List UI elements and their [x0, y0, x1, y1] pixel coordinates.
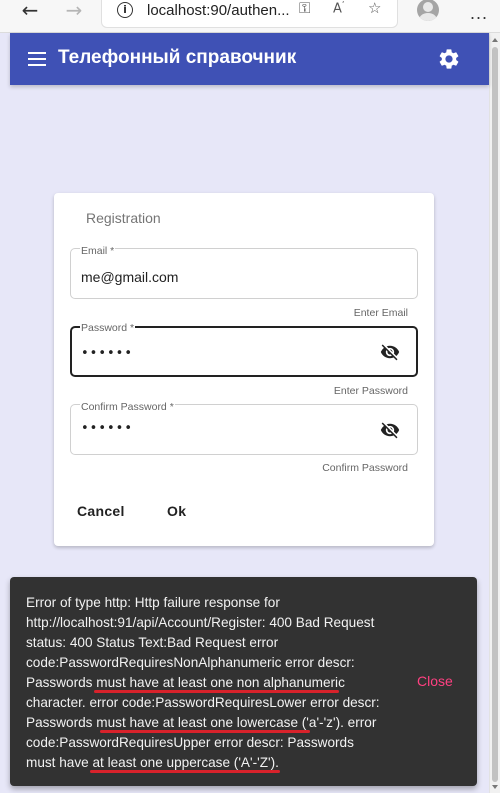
email-input[interactable]: [81, 269, 371, 285]
scroll-thumb[interactable]: [492, 47, 498, 782]
more-options-icon[interactable]: ...: [470, 3, 488, 24]
hamburger-menu-icon[interactable]: [28, 52, 46, 66]
password-hint: Enter Password: [333, 385, 408, 397]
key-icon[interactable]: ⚿: [299, 0, 310, 17]
profile-avatar[interactable]: [417, 0, 439, 21]
ok-button[interactable]: Ok: [167, 503, 186, 519]
forward-arrow-icon[interactable]: →: [60, 0, 88, 22]
close-button[interactable]: Close: [417, 673, 453, 689]
error-line: Error of type http: Http failure respons…: [26, 595, 280, 610]
error-line: http://localhost:91/api/Account/Register…: [26, 615, 375, 630]
app-toolbar: Телефонный справочник: [10, 33, 489, 85]
back-arrow-icon[interactable]: ←: [16, 0, 44, 22]
password-input[interactable]: ••••••: [81, 346, 371, 361]
app-title: Телефонный справочник: [58, 47, 297, 68]
info-icon[interactable]: i: [117, 2, 133, 18]
error-message: Error of type http: Http failure respons…: [26, 593, 396, 773]
eye-off-icon[interactable]: [379, 420, 401, 440]
browser-toolbar: ← → i localhost:90/authen... ⚿ Aʼ ☆ ...: [0, 0, 500, 33]
error-line: code:PasswordRequiresNonAlphanumeric err…: [26, 655, 355, 670]
read-aloud-icon[interactable]: Aʼ: [333, 0, 344, 16]
error-line: code:PasswordRequiresUpper error descr: …: [26, 735, 354, 750]
card-title: Registration: [86, 210, 161, 226]
cancel-button[interactable]: Cancel: [77, 503, 125, 519]
email-field[interactable]: Email *: [70, 245, 418, 299]
address-bar[interactable]: i localhost:90/authen... ⚿ Aʼ ☆: [101, 0, 398, 28]
url-text[interactable]: localhost:90/authen...: [147, 2, 290, 19]
email-label: Email *: [80, 245, 116, 257]
scroll-up-arrow-icon[interactable]: [492, 38, 498, 42]
page-scrollbar[interactable]: [489, 33, 500, 793]
confirm-password-field[interactable]: Confirm Password * ••••••: [70, 401, 418, 455]
favorites-add-icon[interactable]: ☆: [368, 0, 381, 17]
error-line: status: 400 Status Text:Bad Request erro…: [26, 635, 279, 650]
email-hint: Enter Email: [353, 307, 408, 319]
password-label: Password *: [80, 322, 136, 334]
eye-off-icon[interactable]: [379, 342, 401, 362]
red-underline-annotation: [94, 690, 339, 693]
confirm-password-label: Confirm Password *: [80, 401, 175, 413]
error-line: character. error code:PasswordRequiresLo…: [26, 695, 380, 710]
password-field[interactable]: Password * ••••••: [70, 322, 418, 377]
gear-icon[interactable]: [437, 47, 461, 71]
red-underline-annotation: [90, 770, 280, 773]
confirm-password-hint: Confirm Password: [322, 462, 408, 474]
confirm-password-input[interactable]: ••••••: [81, 421, 371, 436]
red-underline-annotation: [100, 730, 310, 733]
registration-card: Registration Email * Enter Email Passwor…: [54, 193, 434, 546]
scroll-down-arrow-icon[interactable]: [492, 785, 498, 789]
error-snackbar: Error of type http: Http failure respons…: [10, 577, 477, 786]
